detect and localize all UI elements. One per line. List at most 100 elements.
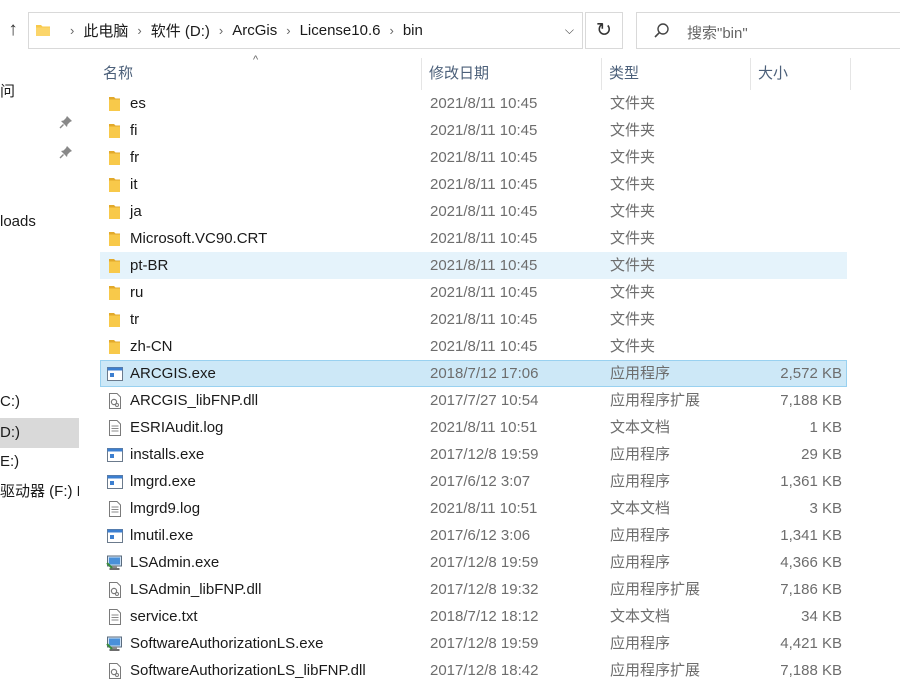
file-modified-date: 2021/8/11 10:45: [430, 257, 538, 274]
nav-item-drive-e[interactable]: E:): [0, 448, 79, 476]
address-bar[interactable]: › 此电脑 › 软件 (D:) › ArcGis › License10.6 ›…: [28, 12, 583, 49]
pin-icon[interactable]: [59, 145, 73, 159]
file-row[interactable]: lmutil.exe 2017/6/12 3:06 应用程序 1,341 KB: [100, 522, 847, 549]
search-input[interactable]: 搜索"bin": [636, 12, 900, 49]
up-arrow-icon[interactable]: ↑: [2, 18, 24, 42]
file-type: 应用程序: [610, 473, 671, 490]
folder-icon: [106, 284, 124, 302]
file-name: LSAdmin.exe: [130, 554, 220, 571]
file-row[interactable]: Microsoft.VC90.CRT 2021/8/11 10:45 文件夹: [100, 225, 847, 252]
chevron-right-icon[interactable]: ›: [389, 23, 393, 38]
chevron-right-icon[interactable]: ›: [219, 23, 223, 38]
app-monitor-icon: [106, 635, 124, 653]
file-name: ARCGIS_libFNP.dll: [130, 392, 259, 409]
file-row[interactable]: fr 2021/8/11 10:45 文件夹: [100, 144, 847, 171]
file-row[interactable]: installs.exe 2017/12/8 19:59 应用程序 29 KB: [100, 441, 847, 468]
exe-icon: [106, 446, 124, 464]
breadcrumb-arcgis[interactable]: ArcGis: [232, 22, 277, 39]
file-row[interactable]: it 2021/8/11 10:45 文件夹: [100, 171, 847, 198]
file-modified-date: 2021/8/11 10:45: [430, 149, 538, 166]
column-divider[interactable]: [850, 58, 851, 90]
file-name: zh-CN: [130, 338, 173, 355]
chevron-down-icon[interactable]: ⌵: [565, 23, 574, 38]
file-name: ja: [130, 203, 142, 220]
file-size: 1 KB: [809, 419, 842, 436]
folder-icon: [106, 95, 124, 113]
file-name: lmgrd9.log: [130, 500, 201, 517]
file-row[interactable]: service.txt 2018/7/12 18:12 文本文档 34 KB: [100, 603, 847, 630]
nav-item-quick-access[interactable]: 问: [0, 78, 79, 106]
file-type: 文件夹: [610, 203, 656, 220]
nav-item-drive-f[interactable]: 驱动器 (F:) E: [0, 478, 79, 506]
file-row[interactable]: tr 2021/8/11 10:45 文件夹: [100, 306, 847, 333]
pin-icon[interactable]: [59, 115, 73, 129]
file-name: tr: [130, 311, 140, 328]
file-modified-date: 2021/8/11 10:51: [430, 500, 538, 517]
file-modified-date: 2021/8/11 10:45: [430, 122, 538, 139]
file-row[interactable]: zh-CN 2021/8/11 10:45 文件夹: [100, 333, 847, 360]
file-row[interactable]: ARCGIS_libFNP.dll 2017/7/27 10:54 应用程序扩展 7,…: [100, 387, 847, 414]
chevron-right-icon[interactable]: ›: [70, 23, 74, 38]
file-row[interactable]: ARCGIS.exe 2018/7/12 17:06 应用程序 2,572 KB: [100, 360, 847, 387]
exe-icon: [106, 365, 124, 383]
file-type: 应用程序: [610, 365, 671, 382]
breadcrumb: › 此电脑 › 软件 (D:) › ArcGis › License10.6 ›…: [61, 13, 423, 48]
file-modified-date: 2021/8/11 10:45: [430, 311, 538, 328]
breadcrumb-bin[interactable]: bin: [403, 22, 423, 39]
refresh-button[interactable]: ↻: [585, 12, 623, 49]
file-row[interactable]: SoftwareAuthorizationLS.exe 2017/12/8 19:…: [100, 630, 847, 657]
file-row[interactable]: LSAdmin.exe 2017/12/8 19:59 应用程序 4,366 KB: [100, 549, 847, 576]
file-modified-date: 2021/8/11 10:45: [430, 95, 538, 112]
column-header-date[interactable]: 修改日期: [421, 56, 601, 92]
folder-icon: [36, 25, 50, 36]
refresh-icon: ↻: [596, 20, 612, 41]
folder-icon: [106, 257, 124, 275]
file-name: lmutil.exe: [130, 527, 194, 544]
file-type: 应用程序: [610, 446, 671, 463]
file-row[interactable]: ja 2021/8/11 10:45 文件夹: [100, 198, 847, 225]
column-header-name[interactable]: 名称: [95, 56, 420, 92]
app-monitor-icon: [106, 554, 124, 572]
file-row[interactable]: pt-BR 2021/8/11 10:45 文件夹: [100, 252, 847, 279]
file-row[interactable]: lmgrd9.log 2021/8/11 10:51 文本文档 3 KB: [100, 495, 847, 522]
file-row[interactable]: lmgrd.exe 2017/6/12 3:07 应用程序 1,361 KB: [100, 468, 847, 495]
breadcrumb-this-pc[interactable]: 此电脑: [83, 20, 128, 41]
exe-icon: [106, 473, 124, 491]
column-header-size[interactable]: 大小: [750, 56, 850, 92]
file-type: 应用程序扩展: [610, 662, 701, 679]
folder-icon: [106, 176, 124, 194]
file-modified-date: 2021/8/11 10:45: [430, 203, 538, 220]
breadcrumb-drive-d[interactable]: 软件 (D:): [151, 20, 210, 41]
file-size: 7,186 KB: [780, 581, 842, 598]
file-type: 文件夹: [610, 338, 656, 355]
file-row[interactable]: SoftwareAuthorizationLS_libFNP.dll 2017/1…: [100, 657, 847, 684]
file-row[interactable]: ru 2021/8/11 10:45 文件夹: [100, 279, 847, 306]
file-row[interactable]: ESRIAudit.log 2021/8/11 10:51 文本文档 1 KB: [100, 414, 847, 441]
file-row[interactable]: es 2021/8/11 10:45 文件夹: [100, 90, 847, 117]
folder-icon: [106, 203, 124, 221]
file-row[interactable]: fi 2021/8/11 10:45 文件夹: [100, 117, 847, 144]
file-type: 文件夹: [610, 284, 656, 301]
file-modified-date: 2021/8/11 10:45: [430, 230, 538, 247]
column-header-type[interactable]: 类型: [601, 56, 750, 92]
file-type: 文件夹: [610, 95, 656, 112]
file-row[interactable]: LSAdmin_libFNP.dll 2017/12/8 19:32 应用程序扩展 7…: [100, 576, 847, 603]
nav-item-drive-d[interactable]: D:): [0, 418, 79, 448]
file-type: 文本文档: [610, 608, 671, 625]
nav-item-drive-c[interactable]: C:): [0, 388, 79, 416]
folder-icon: [106, 338, 124, 356]
breadcrumb-license[interactable]: License10.6: [300, 22, 381, 39]
nav-item-downloads[interactable]: loads: [0, 208, 79, 236]
text-file-icon: [106, 419, 124, 437]
file-name: installs.exe: [130, 446, 205, 463]
file-modified-date: 2018/7/12 18:12: [430, 608, 539, 625]
chevron-right-icon[interactable]: ›: [286, 23, 290, 38]
dll-icon: [106, 392, 124, 410]
file-type: 文件夹: [610, 230, 656, 247]
file-type: 文件夹: [610, 149, 656, 166]
file-size: 4,421 KB: [780, 635, 842, 652]
chevron-right-icon[interactable]: ›: [137, 23, 141, 38]
address-toolbar: ↑ › 此电脑 › 软件 (D:) › ArcGis › License10.6…: [0, 0, 900, 62]
file-name: SoftwareAuthorizationLS_libFNP.dll: [130, 662, 366, 679]
file-type: 文件夹: [610, 257, 656, 274]
